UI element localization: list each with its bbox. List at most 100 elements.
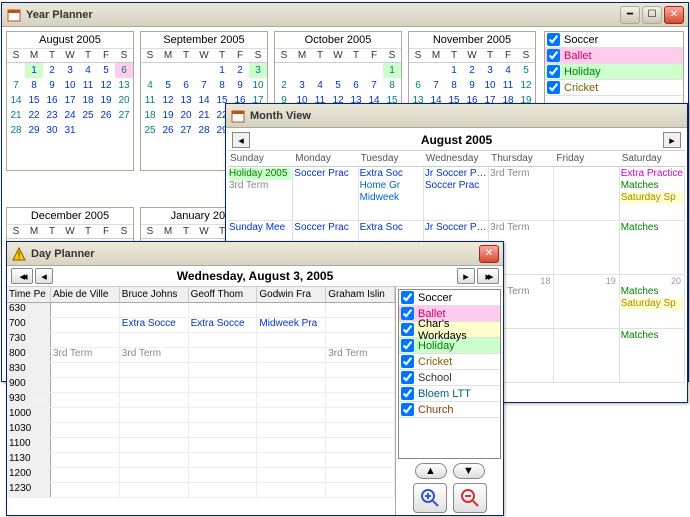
day-slot[interactable] [120,483,189,497]
day-slot[interactable] [189,333,258,347]
minimize-button[interactable]: ━ [620,6,640,24]
day-planner-titlebar[interactable]: ! Day Planner ✕ [7,242,503,266]
category-checkbox[interactable] [401,355,414,368]
day-slot[interactable] [51,453,120,467]
scroll-up-button[interactable]: ▲ [415,463,447,479]
day-cell[interactable]: 26 [97,108,115,123]
category-checkbox[interactable] [401,403,414,416]
day-cell[interactable]: 11 [141,93,159,108]
category-checkbox[interactable] [401,291,414,304]
day-slot[interactable] [189,453,258,467]
day-cell[interactable]: 5 [517,63,535,78]
category-row[interactable]: Cricket [399,354,500,370]
day-slot[interactable] [257,378,326,392]
event-item[interactable]: 3rd Term [490,222,552,234]
category-row[interactable]: Holiday [545,64,683,80]
day-slot[interactable] [189,423,258,437]
day-cell[interactable]: 8 [445,78,463,93]
day-slot[interactable]: Midweek Pra [257,318,326,332]
day-cell[interactable]: 9 [463,78,481,93]
day-cell[interactable]: 18 [79,93,97,108]
day-slot[interactable] [120,378,189,392]
category-row[interactable]: Soccer [399,290,500,306]
day-cell[interactable]: 4 [141,78,159,93]
day-cell[interactable]: 4 [499,63,517,78]
next-month-button[interactable]: ▸ [663,132,681,148]
day-cell[interactable]: 2 [463,63,481,78]
category-checkbox[interactable] [547,81,560,94]
close-button[interactable]: ✕ [479,245,499,263]
month-cell[interactable]: Matches [620,329,685,383]
month-cell[interactable] [554,329,619,383]
event-item[interactable]: Sunday Mee [229,222,291,234]
day-cell[interactable]: 26 [159,123,177,138]
day-slot[interactable] [51,318,120,332]
year-planner-titlebar[interactable]: Year Planner ━ ☐ ✕ [2,3,688,27]
day-slot[interactable] [326,483,395,497]
day-cell[interactable]: 30 [43,123,61,138]
day-slot[interactable] [326,333,395,347]
month-cell[interactable]: Soccer Prac [293,167,358,221]
day-cell[interactable]: 20 [177,108,195,123]
day-cell[interactable]: 8 [25,78,43,93]
day-slot[interactable] [51,393,120,407]
day-cell[interactable]: 2 [275,78,293,93]
category-checkbox[interactable] [401,323,414,336]
day-slot[interactable]: 3rd Term [120,348,189,362]
day-cell[interactable]: 25 [141,123,159,138]
event-item[interactable]: Matches [621,330,683,342]
zoom-out-button[interactable] [453,483,487,513]
next-day-button[interactable]: ▸ [457,268,475,284]
day-slot[interactable] [189,483,258,497]
day-cell[interactable]: 7 [195,78,213,93]
day-cell[interactable]: 6 [409,78,427,93]
day-slot[interactable] [120,453,189,467]
day-slot[interactable] [257,303,326,317]
day-cell[interactable]: 1 [445,63,463,78]
day-slot[interactable] [257,453,326,467]
day-slot[interactable] [326,453,395,467]
day-cell[interactable]: 10 [481,78,499,93]
day-cell[interactable]: 19 [97,93,115,108]
day-cell[interactable]: 22 [25,108,43,123]
day-cell[interactable]: 6 [115,63,133,78]
category-checkbox[interactable] [547,65,560,78]
day-cell[interactable]: 1 [213,63,231,78]
day-cell[interactable]: 1 [25,63,43,78]
day-cell[interactable]: 5 [97,63,115,78]
day-slot[interactable] [257,393,326,407]
day-slot[interactable] [189,408,258,422]
day-cell[interactable]: 28 [7,123,25,138]
day-slot[interactable] [326,438,395,452]
day-slot[interactable] [120,408,189,422]
day-slot[interactable]: Extra Socce [120,318,189,332]
day-cell[interactable]: 15 [25,93,43,108]
day-slot[interactable] [257,363,326,377]
day-cell[interactable]: 5 [159,78,177,93]
prev-day-button[interactable]: ◂ [35,268,53,284]
prev-fast-button[interactable]: ◂◂ [11,268,33,284]
event-item[interactable]: Saturday Sp [621,192,683,204]
category-row[interactable]: Ballet [545,48,683,64]
day-slot[interactable]: 3rd Term [326,348,395,362]
day-slot[interactable] [326,408,395,422]
day-cell[interactable]: 5 [329,78,347,93]
day-slot[interactable] [189,378,258,392]
day-slot[interactable] [189,348,258,362]
day-cell[interactable]: 25 [79,108,97,123]
day-slot[interactable] [51,378,120,392]
day-slot[interactable] [51,333,120,347]
day-cell[interactable]: 24 [61,108,79,123]
day-cell[interactable]: 11 [499,78,517,93]
event-item[interactable]: Extra Practice [621,168,683,180]
event-item[interactable]: Extra Soc [360,168,422,180]
day-slot[interactable] [257,483,326,497]
day-cell[interactable]: 1 [383,63,401,78]
month-cell[interactable] [554,221,619,275]
day-slot[interactable] [326,423,395,437]
day-slot[interactable] [51,423,120,437]
category-checkbox[interactable] [401,371,414,384]
day-slot[interactable] [326,303,395,317]
resource-column[interactable]: Graham Islin [326,287,395,302]
day-cell[interactable]: 13 [177,93,195,108]
